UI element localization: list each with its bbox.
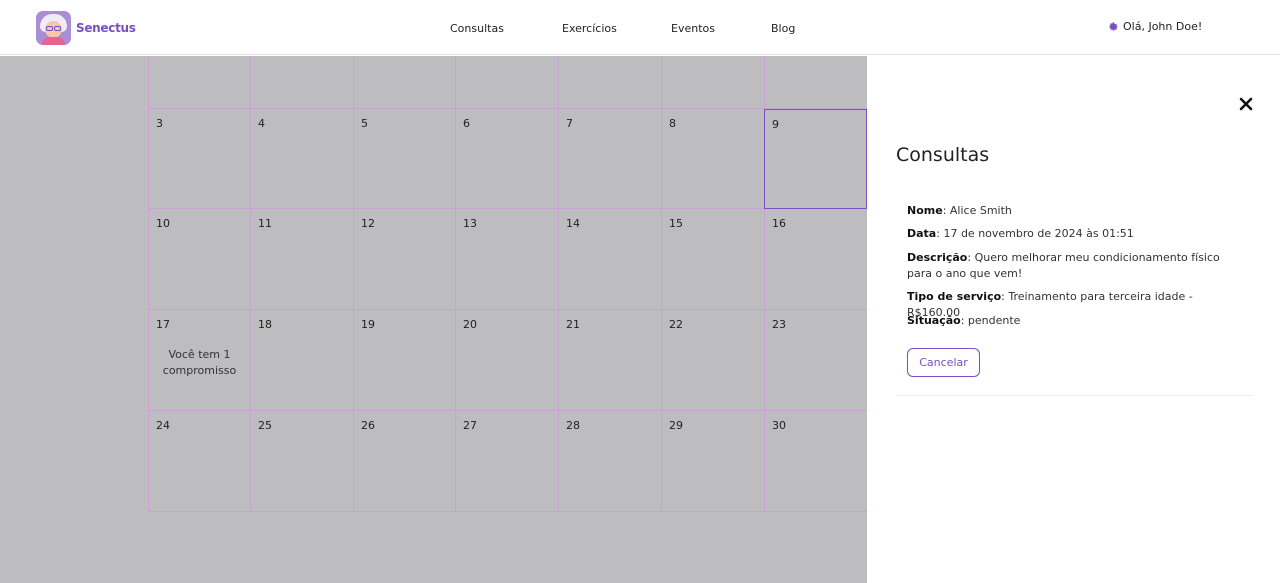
calendar-day-cell[interactable]: 8	[661, 109, 764, 209]
appointment-card: Nome: Alice Smith Data: 17 de novembro d…	[896, 184, 1251, 396]
calendar-day-cell[interactable]: 14	[558, 209, 661, 310]
logo[interactable]: Senectus	[36, 11, 136, 45]
day-number: 4	[258, 117, 265, 130]
calendar-day-cell[interactable]: 12	[353, 209, 455, 310]
appointment-indicator[interactable]: Você tem 1 compromisso	[149, 347, 250, 379]
day-number: 8	[669, 117, 676, 130]
calendar-day-cell[interactable]: 6	[455, 109, 558, 209]
day-number: 29	[669, 419, 683, 432]
calendar-day-cell[interactable]: 20	[455, 310, 558, 411]
day-number: 20	[463, 318, 477, 331]
day-number: 19	[361, 318, 375, 331]
calendar-day-cell[interactable]: 7	[558, 109, 661, 209]
cancel-button[interactable]: Cancelar	[907, 348, 980, 377]
nav-consultas[interactable]: Consultas	[450, 22, 504, 35]
day-number: 25	[258, 419, 272, 432]
appointment-status: Situação: pendente	[907, 314, 1021, 327]
calendar-day-cell[interactable]: 16	[764, 209, 867, 310]
appointment-name: Nome: Alice Smith	[907, 204, 1012, 217]
day-number: 28	[566, 419, 580, 432]
day-number: 7	[566, 117, 573, 130]
calendar-day-cell[interactable]	[764, 56, 867, 109]
calendar-day-cell[interactable]: 27	[455, 411, 558, 512]
date-value: 17 de novembro de 2024 às 01:51	[943, 227, 1134, 240]
calendar-day-cell[interactable]: 22	[661, 310, 764, 411]
day-number: 12	[361, 217, 375, 230]
status-label: Situação	[907, 314, 961, 327]
logo-avatar-icon	[36, 11, 71, 45]
calendar-day-cell[interactable]: 9	[764, 109, 867, 209]
day-number: 27	[463, 419, 477, 432]
date-label: Data	[907, 227, 937, 240]
service-label: Tipo de serviço	[907, 290, 1002, 303]
calendar-day-cell[interactable]: 26	[353, 411, 455, 512]
day-number: 10	[156, 217, 170, 230]
day-number: 6	[463, 117, 470, 130]
appointment-description: Descrição: Quero melhorar meu condiciona…	[907, 251, 1220, 280]
drawer-title: Consultas	[896, 144, 990, 166]
calendar-day-cell[interactable]: 29	[661, 411, 764, 512]
day-number: 16	[772, 217, 786, 230]
calendar-day-cell[interactable]	[148, 56, 250, 109]
calendar-day-cell[interactable]	[455, 56, 558, 109]
day-number: 14	[566, 217, 580, 230]
nav-exercicios[interactable]: Exercícios	[562, 22, 617, 35]
calendar-day-cell[interactable]: 4	[250, 109, 353, 209]
day-number: 13	[463, 217, 477, 230]
name-value: Alice Smith	[949, 204, 1012, 217]
appointments-drawer: Consultas Nome: Alice Smith Data: 17 de …	[867, 56, 1280, 583]
nav-eventos[interactable]: Eventos	[671, 22, 715, 35]
status-value: pendente	[967, 314, 1021, 327]
day-number: 17	[156, 318, 170, 331]
calendar-day-cell[interactable]: 25	[250, 411, 353, 512]
day-number: 21	[566, 318, 580, 331]
day-number: 11	[258, 217, 272, 230]
nav-blog[interactable]: Blog	[771, 22, 795, 35]
top-navbar: Senectus Consultas Exercícios Eventos Bl…	[0, 0, 1280, 55]
calendar-day-cell[interactable]: 15	[661, 209, 764, 310]
calendar-day-cell[interactable]: 17 Você tem 1 compromisso	[148, 310, 250, 411]
day-number: 30	[772, 419, 786, 432]
calendar-day-cell[interactable]: 11	[250, 209, 353, 310]
calendar-day-cell[interactable]	[353, 56, 455, 109]
calendar-day-cell[interactable]: 21	[558, 310, 661, 411]
day-number: 24	[156, 419, 170, 432]
day-number: 3	[156, 117, 163, 130]
day-number: 23	[772, 318, 786, 331]
calendar-day-cell[interactable]: 18	[250, 310, 353, 411]
day-number: 9	[772, 118, 779, 131]
calendar-day-cell[interactable]: 10	[148, 209, 250, 310]
day-number: 5	[361, 117, 368, 130]
calendar-day-cell[interactable]	[558, 56, 661, 109]
day-number: 18	[258, 318, 272, 331]
calendar-day-cell[interactable]: 19	[353, 310, 455, 411]
calendar-day-cell[interactable]: 5	[353, 109, 455, 209]
description-label: Descrição	[907, 251, 968, 264]
appointment-date: Data: 17 de novembro de 2024 às 01:51	[907, 227, 1134, 240]
name-label: Nome	[907, 204, 943, 217]
calendar-day-cell[interactable]	[661, 56, 764, 109]
calendar-day-cell[interactable]: 23	[764, 310, 867, 411]
calendar-day-cell[interactable]: 28	[558, 411, 661, 512]
close-icon[interactable]	[1238, 96, 1254, 112]
calendar-day-cell[interactable]	[250, 56, 353, 109]
user-menu[interactable]: Olá, John Doe!	[1108, 20, 1202, 33]
calendar-day-cell[interactable]: 3	[148, 109, 250, 209]
user-greeting: Olá, John Doe!	[1123, 20, 1203, 33]
calendar-day-cell[interactable]: 30	[764, 411, 867, 512]
gear-icon	[1109, 22, 1118, 31]
calendar-day-cell[interactable]: 24	[148, 411, 250, 512]
logo-text: Senectus	[76, 21, 136, 35]
calendar-day-cell[interactable]: 13	[455, 209, 558, 310]
day-number: 22	[669, 318, 683, 331]
day-number: 15	[669, 217, 683, 230]
day-number: 26	[361, 419, 375, 432]
